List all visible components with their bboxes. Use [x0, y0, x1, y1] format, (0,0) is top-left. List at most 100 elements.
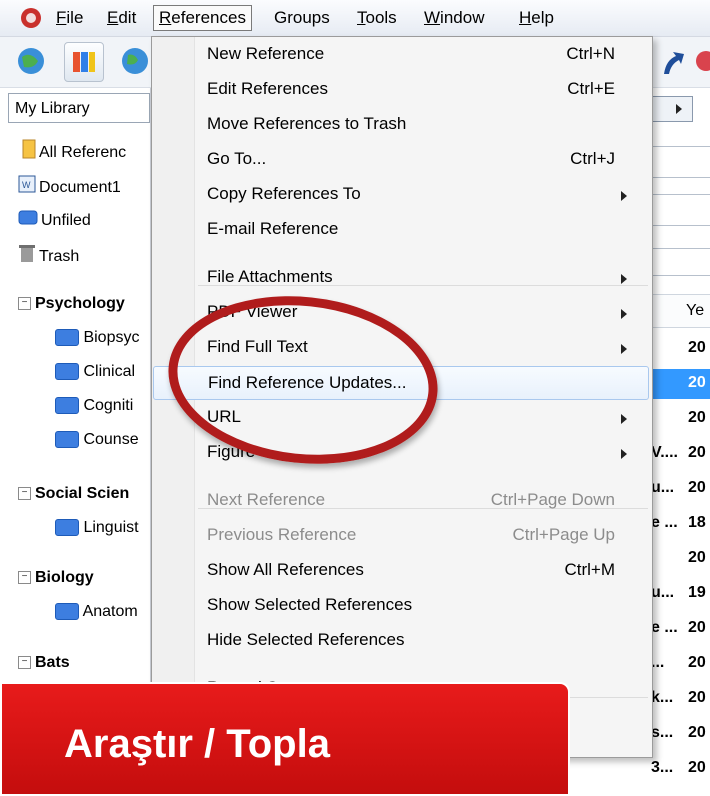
menu-item-move-references-to-trash[interactable]: Move References to Trash	[153, 108, 649, 142]
menu-item-show-selected-references[interactable]: Show Selected References	[153, 589, 649, 623]
menu-item-copy-references-to[interactable]: Copy References To	[153, 178, 649, 212]
group-label: Cogniti	[83, 397, 134, 414]
group-item[interactable]: Linguist	[55, 516, 139, 540]
table-row[interactable]: 3... 20	[651, 754, 710, 784]
sidebar-item-label: Unfiled	[41, 212, 91, 230]
group-item[interactable]: Counse	[55, 428, 139, 452]
table-row[interactable]: k... 20	[651, 684, 710, 714]
table-row[interactable]: 20	[651, 404, 710, 434]
menu-item-shortcut: Ctrl+E	[567, 79, 615, 98]
year-cell: 20	[688, 654, 706, 671]
menu-help[interactable]: Help	[519, 8, 554, 28]
folder-icon	[55, 431, 79, 449]
year-cell: 20	[688, 759, 706, 776]
menu-item-label: E-mail Reference	[207, 219, 339, 238]
group-label: Biopsyc	[83, 329, 140, 346]
local-library-button[interactable]	[12, 42, 50, 80]
globe-icon	[122, 48, 148, 74]
table-row[interactable]: 20	[651, 369, 710, 399]
folder-icon	[55, 603, 79, 621]
group-set-label: Social Scien	[35, 485, 130, 502]
collapse-icon[interactable]: −	[18, 487, 31, 501]
menu-file[interactable]: File	[56, 8, 83, 28]
panel-toggle-button[interactable]	[651, 96, 693, 122]
all-references-icon	[22, 139, 36, 167]
table-row[interactable]: u... 19	[651, 579, 710, 609]
library-select[interactable]: My Library	[8, 93, 150, 123]
author-cell: e ...	[651, 619, 678, 636]
menu-item-e-mail-reference[interactable]: E-mail Reference	[153, 213, 649, 247]
table-row[interactable]: e ... 20	[651, 614, 710, 644]
table-row[interactable]: s... 20	[651, 719, 710, 749]
year-cell: 20	[688, 549, 706, 566]
trash-icon	[18, 243, 36, 271]
collapse-icon[interactable]: −	[18, 656, 31, 670]
online-search-button[interactable]	[116, 42, 150, 80]
title-banner: Araştır / Topla	[0, 682, 570, 796]
group-item[interactable]: Cogniti	[55, 394, 133, 418]
sidebar-item-label: Document1	[39, 179, 121, 197]
collapse-icon[interactable]: −	[18, 297, 31, 311]
author-cell: V....	[651, 444, 678, 461]
author-cell: u...	[651, 584, 675, 601]
submenu-arrow-icon	[621, 414, 627, 424]
help-icon[interactable]	[694, 49, 710, 77]
table-row[interactable]: ... 20	[651, 649, 710, 679]
group-set-bats[interactable]: − Bats	[18, 651, 70, 675]
menu-item-label: Next Reference	[207, 490, 326, 509]
submenu-arrow-icon	[621, 344, 627, 354]
group-set-biology[interactable]: − Biology	[18, 566, 94, 590]
table-row[interactable]: u... 20	[651, 474, 710, 504]
menu-item-file-attachments[interactable]: File Attachments	[153, 261, 649, 295]
sidebar-item-trash[interactable]: Trash	[18, 243, 79, 267]
svg-text:W: W	[22, 180, 31, 190]
menu-item-go-to[interactable]: Go To... Ctrl+J	[153, 143, 649, 177]
group-set-label: Biology	[35, 569, 94, 586]
group-set-social-science[interactable]: − Social Scien	[18, 482, 129, 506]
table-row[interactable]: 20	[651, 544, 710, 574]
group-item[interactable]: Biopsyc	[55, 326, 139, 350]
menu-item-label: Hide Selected References	[207, 630, 405, 649]
column-header-row: Ye	[651, 294, 710, 328]
submenu-arrow-icon	[621, 309, 627, 319]
year-cell: 20	[688, 619, 706, 636]
menu-item-next-reference[interactable]: Next Reference Ctrl+Page Down	[153, 484, 649, 518]
menu-groups[interactable]: Groups	[274, 8, 330, 28]
table-row[interactable]: e ... 18	[651, 509, 710, 539]
menu-references[interactable]: References	[153, 5, 252, 31]
menu-item-hide-selected-references[interactable]: Hide Selected References	[153, 624, 649, 658]
menu-edit[interactable]: Edit	[107, 8, 136, 28]
year-cell: 20	[688, 409, 706, 426]
menu-item-shortcut: Ctrl+Page Up	[512, 525, 615, 544]
menu-item-edit-references[interactable]: Edit References Ctrl+E	[153, 73, 649, 107]
year-cell: 20	[688, 374, 706, 391]
sidebar-item-unfiled[interactable]: Unfiled	[18, 208, 91, 232]
arrow-up-icon[interactable]	[658, 46, 686, 78]
sidebar-item-document1[interactable]: W Document1	[18, 174, 121, 198]
endnote-app-icon[interactable]	[18, 5, 44, 31]
column-header-year[interactable]: Ye	[686, 302, 704, 320]
author-cell: ...	[651, 654, 665, 671]
search-field[interactable]	[651, 248, 710, 276]
menu-item-new-reference[interactable]: New Reference Ctrl+N	[153, 38, 649, 72]
year-cell: 20	[688, 479, 706, 496]
menu-window[interactable]: Window	[424, 8, 484, 28]
table-row[interactable]: V.... 20	[651, 439, 710, 469]
integrated-library-button[interactable]	[64, 42, 104, 82]
menu-tools[interactable]: Tools	[357, 8, 397, 28]
search-field[interactable]	[651, 194, 710, 226]
table-row[interactable]: 20	[651, 334, 710, 364]
author-cell: u...	[651, 479, 675, 496]
books-icon	[73, 52, 95, 72]
search-field[interactable]	[651, 146, 710, 178]
menu-item-previous-reference[interactable]: Previous Reference Ctrl+Page Up	[153, 519, 649, 553]
menu-bar: File Edit References Groups Tools Window…	[0, 0, 710, 37]
sidebar-item-all-references[interactable]: All Referenc	[22, 139, 126, 163]
group-set-psychology[interactable]: − Psychology	[18, 292, 125, 316]
menu-item-shortcut: Ctrl+Page Down	[490, 490, 615, 509]
collapse-icon[interactable]: −	[18, 571, 31, 585]
group-item[interactable]: Anatom	[55, 600, 138, 624]
group-item[interactable]: Clinical	[55, 360, 135, 384]
menu-item-show-all-references[interactable]: Show All References Ctrl+M	[153, 554, 649, 588]
menu-item-label: Go To...	[207, 149, 267, 168]
